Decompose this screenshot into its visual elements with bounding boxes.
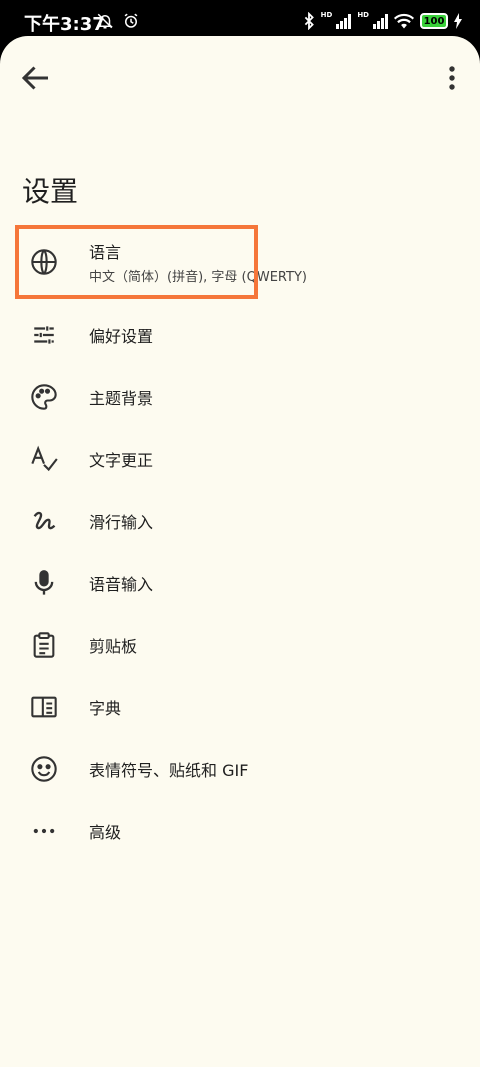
menu-item-subtitle: 中文（简体）(拼音), 字母 (QWERTY) [89, 270, 307, 285]
menu-item-theme[interactable]: 主题背景 [0, 366, 480, 428]
menu-item-text-correction[interactable]: 文字更正 [0, 428, 480, 490]
dictionary-icon [28, 691, 60, 723]
menu-item-voice-input[interactable]: 语音输入 [0, 552, 480, 614]
menu-item-dictionary[interactable]: 字典 [0, 676, 480, 738]
spellcheck-icon [28, 443, 60, 475]
menu-item-label: 剪贴板 [89, 637, 138, 656]
menu-item-advanced[interactable]: 高级 [0, 800, 480, 862]
wifi-icon [394, 13, 414, 29]
menu-item-language[interactable]: 语言 中文（简体）(拼音), 字母 (QWERTY) [0, 220, 480, 304]
signal-icon-2 [373, 13, 388, 29]
back-button[interactable] [18, 60, 54, 96]
bluetooth-icon [303, 12, 315, 30]
menu-item-emoji[interactable]: 表情符号、贴纸和 GIF [0, 738, 480, 800]
battery-indicator: 100 [420, 13, 448, 29]
menu-item-label: 字典 [89, 699, 122, 718]
globe-icon [28, 246, 60, 278]
charging-icon [454, 13, 462, 29]
menu-item-label: 主题背景 [89, 389, 154, 408]
tune-icon [28, 319, 60, 351]
menu-item-clipboard[interactable]: 剪贴板 [0, 614, 480, 676]
clipboard-icon [28, 629, 60, 661]
hd-label-2: HD [357, 11, 369, 19]
menu-item-glide-typing[interactable]: 滑行输入 [0, 490, 480, 552]
menu-item-label: 语言 [89, 243, 122, 262]
menu-item-label: 文字更正 [89, 451, 154, 470]
menu-item-label: 语音输入 [89, 575, 154, 594]
arrow-back-icon [18, 60, 54, 96]
settings-screen: 设置 语言 中文（简体）(拼音), 字母 (QWERTY) 偏好设置 主题背景 [0, 36, 480, 1067]
signal-icon-1 [336, 13, 352, 29]
status-right-icons: HD HD 100 [303, 11, 462, 30]
menu-item-label: 偏好设置 [89, 327, 154, 346]
gesture-icon [28, 505, 60, 537]
mute-notifications-icon [96, 12, 114, 30]
more-horiz-icon [28, 815, 60, 847]
settings-menu: 语言 中文（简体）(拼音), 字母 (QWERTY) 偏好设置 主题背景 文字更… [0, 220, 480, 862]
palette-icon [28, 381, 60, 413]
menu-item-label: 滑行输入 [89, 513, 154, 532]
menu-item-label: 高级 [89, 823, 122, 842]
mic-icon [28, 567, 60, 599]
emoji-icon [28, 753, 60, 785]
more-options-button[interactable] [434, 60, 470, 96]
alarm-icon [122, 12, 140, 30]
status-left-icons [96, 12, 140, 30]
page-title: 设置 [22, 175, 79, 208]
menu-item-preferences[interactable]: 偏好设置 [0, 304, 480, 366]
hd-label-1: HD [320, 11, 333, 19]
status-time: 下午3:37 [24, 14, 105, 35]
more-vertical-icon [434, 60, 470, 96]
menu-item-label: 表情符号、贴纸和 GIF [89, 761, 249, 780]
